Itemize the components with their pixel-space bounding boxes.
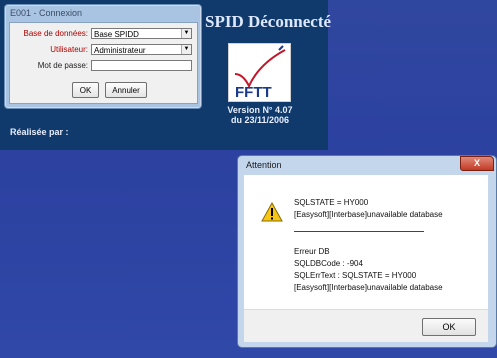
- dialog-message-area: SQLSTATE = HY000 [Easysoft][Interbase]un…: [244, 175, 488, 309]
- message-line-errtext: SQLErrText : SQLSTATE = HY000: [294, 271, 417, 280]
- ok-button[interactable]: OK: [72, 82, 99, 98]
- close-icon: X: [473, 158, 480, 168]
- credits-label: Réalisée par :: [10, 127, 69, 137]
- login-window-title: E001 - Connexion: [10, 8, 83, 18]
- database-select[interactable]: Base SPIDD ▼: [91, 28, 192, 39]
- login-window: E001 - Connexion Base de données: Base S…: [4, 4, 202, 109]
- version-date: du 23/11/2006: [230, 115, 290, 125]
- dialog-ok-button[interactable]: OK: [422, 318, 476, 336]
- password-label: Mot de passe:: [37, 61, 88, 70]
- warning-icon: [261, 202, 283, 222]
- version-info: Version N° 4.07 du 23/11/2006: [220, 105, 300, 125]
- logo-text: FFTT: [235, 84, 272, 101]
- version-number: Version N° 4.07: [227, 105, 293, 115]
- chevron-down-icon[interactable]: ▼: [181, 29, 191, 38]
- dialog-title: Attention: [246, 160, 282, 170]
- message-line-db-error: Erreur DB: [294, 247, 330, 256]
- message-line-detail: [Easysoft][Interbase]unavailable databas…: [294, 283, 443, 292]
- login-form: Base de données: Base SPIDD ▼ Utilisateu…: [9, 22, 198, 104]
- chevron-down-icon[interactable]: ▼: [181, 45, 191, 54]
- user-label: Utilisateur:: [50, 45, 88, 54]
- message-line-error: [Easysoft][Interbase]unavailable databas…: [294, 210, 443, 219]
- message-line-dbcode: SQLDBCode : -904: [294, 259, 363, 268]
- message-line-sqlstate: SQLSTATE = HY000: [294, 198, 369, 207]
- cancel-button[interactable]: Annuler: [105, 82, 147, 98]
- message-separator: [294, 231, 424, 232]
- database-value: Base SPIDD: [94, 30, 139, 39]
- user-select[interactable]: Administrateur ▼: [91, 44, 192, 55]
- dialog-footer: OK: [244, 309, 488, 342]
- fftt-logo: FFTT: [228, 43, 291, 102]
- attention-dialog: Attention X SQLSTATE = HY000 [Easysoft][…: [237, 155, 497, 348]
- password-field[interactable]: [91, 60, 192, 71]
- user-value: Administrateur: [94, 46, 146, 55]
- database-label: Base de données:: [23, 29, 89, 38]
- splash-title: SPID Déconnecté: [205, 12, 332, 31]
- close-button[interactable]: X: [460, 156, 494, 171]
